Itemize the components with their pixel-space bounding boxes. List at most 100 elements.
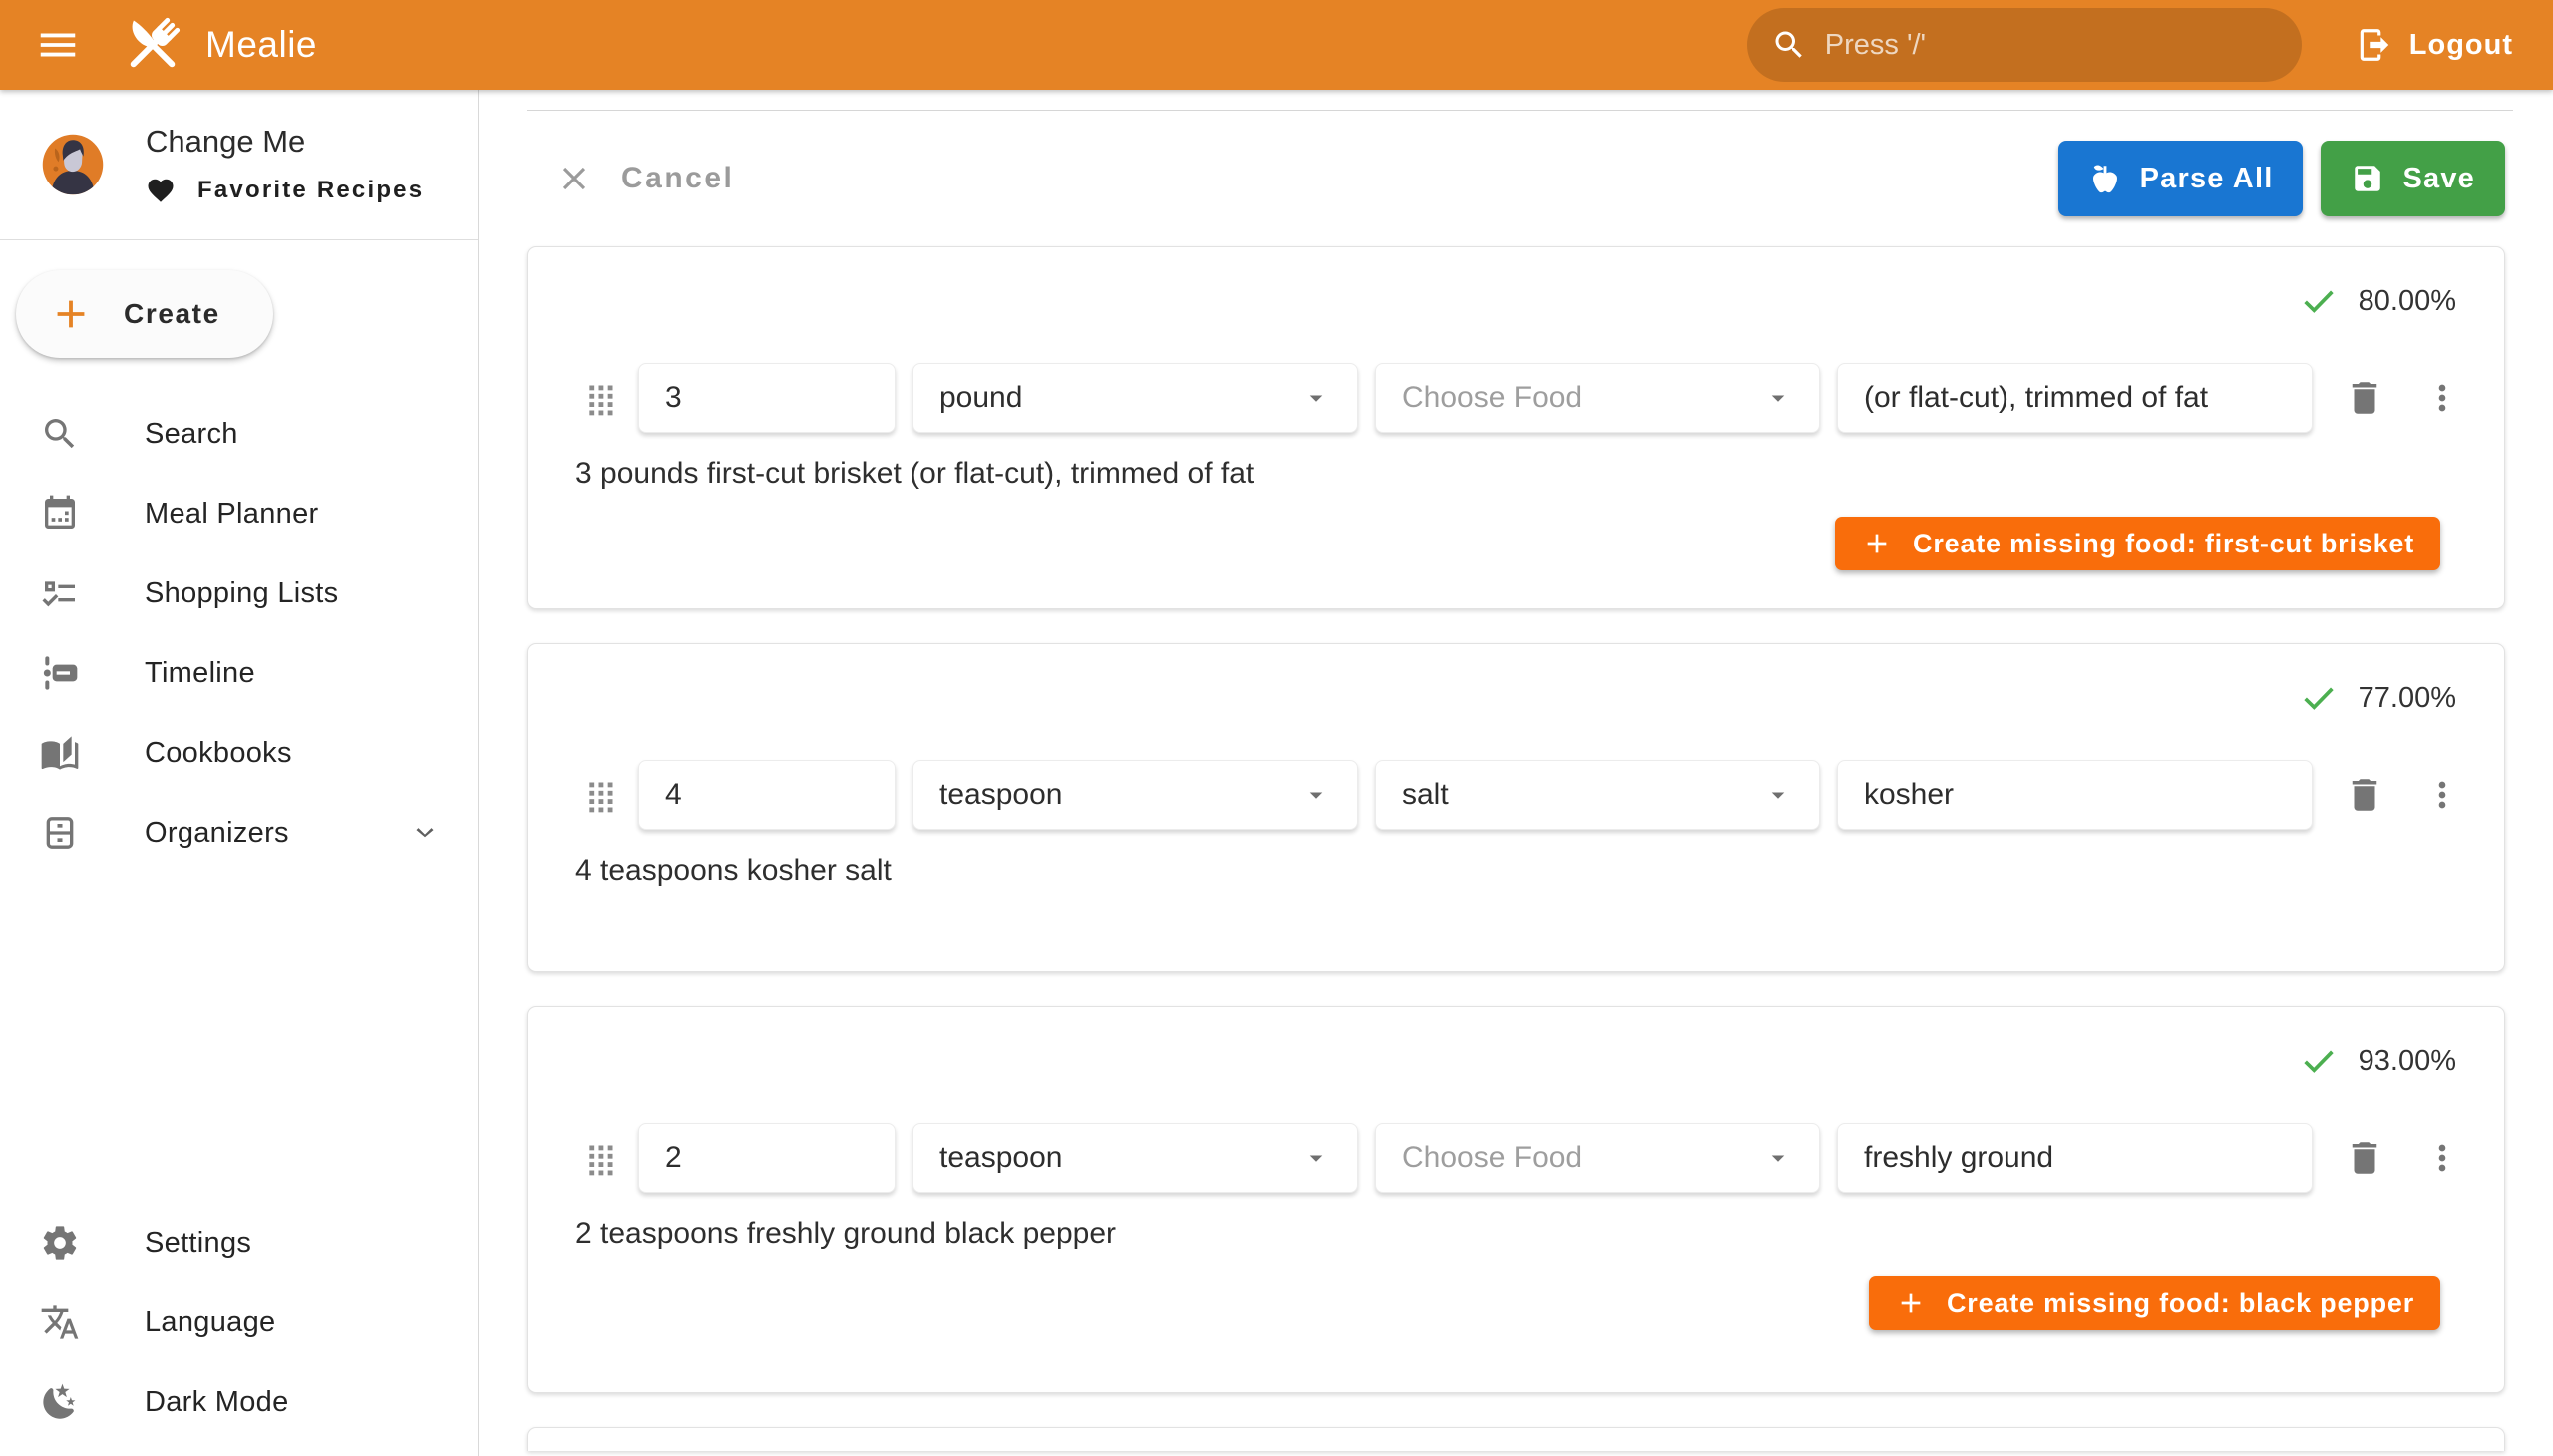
menu-down-icon bbox=[1763, 780, 1793, 810]
check-icon bbox=[2299, 678, 2339, 718]
unit-select[interactable]: teaspoon bbox=[912, 760, 1358, 830]
drag-handle-icon[interactable] bbox=[581, 378, 621, 418]
note-input[interactable] bbox=[1837, 1123, 2313, 1193]
sidebar-item-meal-planner[interactable]: Meal Planner bbox=[0, 474, 478, 553]
food-select[interactable]: Choose Food bbox=[1375, 363, 1820, 433]
save-icon bbox=[2351, 162, 2384, 195]
drag-handle-icon[interactable] bbox=[581, 775, 621, 815]
gear-icon bbox=[40, 1223, 80, 1263]
unit-select[interactable]: pound bbox=[912, 363, 1358, 433]
menu-down-icon bbox=[1301, 780, 1331, 810]
menu-down-icon bbox=[1763, 1143, 1793, 1173]
apple-icon bbox=[2088, 162, 2122, 195]
more-menu-button[interactable] bbox=[2416, 769, 2468, 821]
sidebar-item-dark-mode[interactable]: Dark Mode bbox=[0, 1362, 478, 1442]
menu-down-icon bbox=[1763, 383, 1793, 413]
search-icon bbox=[1771, 27, 1807, 63]
moon-icon bbox=[40, 1382, 80, 1422]
original-ingredient-text: 3 pounds first-cut brisket (or flat-cut)… bbox=[575, 457, 2504, 491]
delete-button[interactable] bbox=[2338, 1131, 2391, 1185]
sidebar-footer: Settings Language Dark Mode bbox=[0, 1203, 478, 1442]
food-select[interactable]: Choose Food bbox=[1375, 1123, 1820, 1193]
sidebar: Change Me Favorite Recipes Create Search bbox=[0, 90, 479, 1456]
kebab-icon bbox=[2422, 1138, 2462, 1178]
user-profile[interactable]: Change Me Favorite Recipes bbox=[0, 90, 478, 239]
ingredient-card: 93.00% teaspoon Choose Food bbox=[527, 1006, 2505, 1393]
translate-icon bbox=[40, 1302, 80, 1342]
quantity-input[interactable] bbox=[638, 760, 896, 830]
search-icon bbox=[40, 414, 80, 454]
open-book-icon bbox=[40, 733, 80, 773]
confidence-badge: 93.00% bbox=[2299, 1041, 2456, 1081]
menu-down-icon bbox=[1301, 383, 1331, 413]
sidebar-divider bbox=[0, 239, 478, 240]
menu-down-icon bbox=[1301, 1143, 1331, 1173]
sidebar-item-settings[interactable]: Settings bbox=[0, 1203, 478, 1282]
check-icon bbox=[2299, 281, 2339, 321]
close-icon bbox=[555, 160, 593, 197]
save-button[interactable]: Save bbox=[2321, 141, 2505, 216]
sidebar-item-organizers[interactable]: Organizers bbox=[0, 793, 478, 873]
original-ingredient-text: 4 teaspoons kosher salt bbox=[575, 854, 2504, 888]
parser-toolbar: Cancel Parse All Save bbox=[555, 137, 2505, 220]
sidebar-item-cookbooks[interactable]: Cookbooks bbox=[0, 713, 478, 793]
cabinet-icon bbox=[40, 813, 80, 853]
avatar bbox=[40, 132, 106, 197]
kebab-icon bbox=[2422, 775, 2462, 815]
app-header: Mealie Logout bbox=[0, 0, 2553, 90]
ingredient-row: pound Choose Food bbox=[528, 363, 2504, 433]
note-input[interactable] bbox=[1837, 363, 2313, 433]
trash-icon bbox=[2344, 377, 2385, 419]
create-button[interactable]: Create bbox=[16, 270, 273, 358]
sidebar-item-language[interactable]: Language bbox=[0, 1282, 478, 1362]
plus-icon bbox=[1895, 1287, 1927, 1319]
menu-icon[interactable] bbox=[30, 17, 86, 73]
delete-button[interactable] bbox=[2338, 371, 2391, 425]
timeline-icon bbox=[40, 653, 80, 693]
search-input[interactable] bbox=[1825, 29, 2278, 62]
trash-icon bbox=[2344, 1137, 2385, 1179]
quantity-input[interactable] bbox=[638, 1123, 896, 1193]
ingredient-card: 77.00% teaspoon salt bbox=[527, 643, 2505, 972]
ingredient-card-partial bbox=[527, 1427, 2505, 1451]
ingredient-row: teaspoon salt bbox=[528, 760, 2504, 830]
heart-icon bbox=[146, 176, 176, 205]
logout-button[interactable]: Logout bbox=[2346, 10, 2523, 80]
parse-all-button[interactable]: Parse All bbox=[2058, 141, 2304, 216]
chevron-down-icon bbox=[408, 816, 442, 850]
note-input[interactable] bbox=[1837, 760, 2313, 830]
confidence-badge: 80.00% bbox=[2299, 281, 2456, 321]
ingredient-row: teaspoon Choose Food bbox=[528, 1123, 2504, 1193]
plus-icon bbox=[1861, 528, 1893, 559]
create-missing-food-button[interactable]: Create missing food: first-cut brisket bbox=[1835, 517, 2440, 570]
confidence-badge: 77.00% bbox=[2299, 678, 2456, 718]
calendar-icon bbox=[40, 494, 80, 534]
unit-select[interactable]: teaspoon bbox=[912, 1123, 1358, 1193]
cancel-button[interactable]: Cancel bbox=[555, 160, 734, 197]
check-icon bbox=[2299, 1041, 2339, 1081]
checklist-icon bbox=[40, 573, 80, 613]
sidebar-item-search[interactable]: Search bbox=[0, 394, 478, 474]
more-menu-button[interactable] bbox=[2416, 372, 2468, 424]
drag-handle-icon[interactable] bbox=[581, 1138, 621, 1178]
create-missing-food-button[interactable]: Create missing food: black pepper bbox=[1869, 1276, 2440, 1330]
ingredient-card: 80.00% pound Choose Food bbox=[527, 246, 2505, 609]
kebab-icon bbox=[2422, 378, 2462, 418]
sidebar-item-timeline[interactable]: Timeline bbox=[0, 633, 478, 713]
delete-button[interactable] bbox=[2338, 768, 2391, 822]
quantity-input[interactable] bbox=[638, 363, 896, 433]
user-name: Change Me bbox=[146, 124, 424, 160]
main-content: Cancel Parse All Save bbox=[480, 90, 2553, 1456]
sidebar-nav: Search Meal Planner Shopping Lists Timel… bbox=[0, 394, 478, 873]
plus-icon bbox=[48, 291, 94, 337]
food-select[interactable]: salt bbox=[1375, 760, 1820, 830]
more-menu-button[interactable] bbox=[2416, 1132, 2468, 1184]
global-search[interactable] bbox=[1747, 8, 2302, 82]
sidebar-item-shopping-lists[interactable]: Shopping Lists bbox=[0, 553, 478, 633]
trash-icon bbox=[2344, 774, 2385, 816]
mealie-logo-icon bbox=[120, 12, 185, 78]
ingredient-list: 80.00% pound Choose Food bbox=[527, 246, 2505, 1451]
content-top-divider bbox=[527, 110, 2513, 111]
original-ingredient-text: 2 teaspoons freshly ground black pepper bbox=[575, 1217, 2504, 1251]
favorite-recipes-link[interactable]: Favorite Recipes bbox=[146, 176, 424, 205]
